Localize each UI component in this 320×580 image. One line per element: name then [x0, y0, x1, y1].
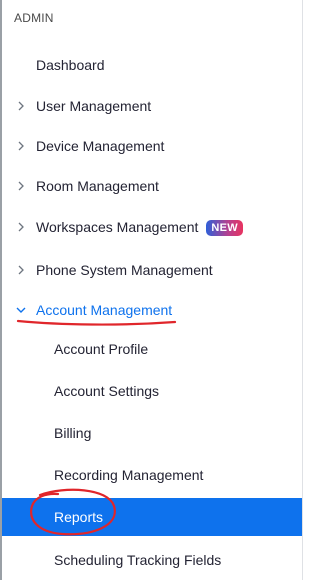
sidebar-subitem-billing[interactable]: Billing — [2, 414, 302, 452]
sidebar-item-label: Billing — [54, 425, 92, 441]
sidebar-item-label: Dashboard — [36, 57, 105, 73]
sidebar-item-text: Workspaces Management — [36, 218, 199, 235]
sidebar-item-label: Room Management — [36, 178, 159, 194]
sidebar-subitem-account-profile[interactable]: Account Profile — [2, 330, 302, 368]
sidebar-item-label: Scheduling Tracking Fields — [54, 552, 222, 568]
sidebar-item-workspaces-management[interactable]: Workspaces Management NEW — [2, 208, 302, 246]
sidebar-item-phone-system-management[interactable]: Phone System Management — [2, 251, 302, 289]
sidebar-item-label: Phone System Management — [36, 262, 213, 278]
chevron-right-icon — [16, 141, 26, 151]
sidebar-divider — [302, 0, 303, 580]
sidebar-item-label: Workspaces Management NEW — [36, 219, 243, 236]
sidebar-item-account-management[interactable]: Account Management — [2, 291, 302, 329]
chevron-down-icon — [16, 305, 26, 315]
chevron-right-icon — [16, 265, 26, 275]
sidebar-subitem-account-settings[interactable]: Account Settings — [2, 372, 302, 410]
sidebar-item-label: Reports — [54, 509, 104, 525]
chevron-right-icon — [16, 222, 26, 232]
sidebar-subitem-reports[interactable]: Reports — [2, 498, 302, 536]
section-label-admin: ADMIN — [14, 11, 54, 25]
sidebar-item-dashboard[interactable]: Dashboard — [2, 46, 302, 84]
sidebar-item-label: Account Profile — [54, 341, 149, 357]
sidebar-subitem-scheduling-tracking-fields[interactable]: Scheduling Tracking Fields — [2, 541, 302, 579]
sidebar-item-label: User Management — [36, 98, 152, 114]
sidebar-subitem-recording-management[interactable]: Recording Management — [2, 456, 302, 494]
sidebar-item-room-management[interactable]: Room Management — [2, 167, 302, 205]
sidebar-item-user-management[interactable]: User Management — [2, 87, 302, 125]
new-badge: NEW — [206, 219, 243, 236]
chevron-right-icon — [16, 181, 26, 191]
sidebar-item-label: Device Management — [36, 138, 165, 154]
sidebar-item-label: Recording Management — [54, 467, 204, 483]
admin-sidebar: ADMIN Dashboard User Management Device M… — [0, 0, 317, 580]
sidebar-item-label: Account Settings — [54, 383, 160, 399]
sidebar-item-label: Account Management — [36, 302, 173, 318]
sidebar-item-device-management[interactable]: Device Management — [2, 127, 302, 165]
chevron-right-icon — [16, 101, 26, 111]
